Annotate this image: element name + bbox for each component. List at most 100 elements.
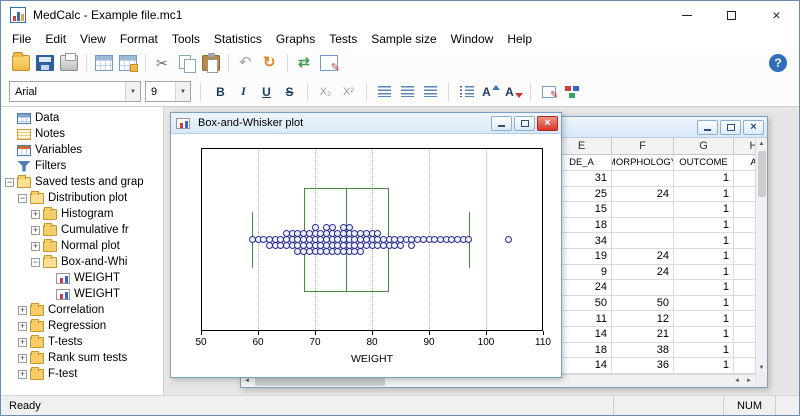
sheet-cell[interactable] xyxy=(734,171,755,187)
sheet-cell[interactable] xyxy=(612,280,674,296)
sheet-cell[interactable] xyxy=(734,264,755,281)
update-button[interactable] xyxy=(293,52,317,75)
expand-plus-icon[interactable]: + xyxy=(31,241,40,251)
superscript-button[interactable]: X² xyxy=(338,81,359,102)
menu-item-statistics[interactable]: Statistics xyxy=(207,29,269,49)
variable-name-h[interactable]: A xyxy=(734,155,755,171)
help-button[interactable]: ? xyxy=(769,54,787,72)
save-button[interactable] xyxy=(33,52,57,75)
table-button[interactable] xyxy=(92,52,116,75)
collapse-minus-icon[interactable]: − xyxy=(5,177,14,187)
align-right-button[interactable] xyxy=(420,81,441,102)
sheet-close-button[interactable]: × xyxy=(743,119,764,135)
sheet-cell[interactable] xyxy=(734,233,755,249)
undo-button[interactable] xyxy=(234,52,258,75)
tree-item-f-test[interactable]: + F-test xyxy=(1,366,163,382)
cut-button[interactable] xyxy=(151,52,175,75)
strikethrough-button[interactable]: S xyxy=(279,81,300,102)
sheet-cell[interactable] xyxy=(734,217,755,234)
sheet-cell[interactable]: 50 xyxy=(612,295,674,312)
sheet-cell[interactable]: 24 xyxy=(612,186,674,203)
paste-button[interactable] xyxy=(199,52,223,75)
sheet-cell[interactable] xyxy=(612,171,674,187)
redo-button[interactable] xyxy=(258,52,282,75)
menu-item-sample-size[interactable]: Sample size xyxy=(364,29,443,49)
edit-button[interactable] xyxy=(317,52,341,75)
expand-plus-icon[interactable]: + xyxy=(18,369,27,379)
column-header-h[interactable]: H xyxy=(734,138,755,155)
sheet-cell[interactable]: 1 xyxy=(674,186,734,203)
tree-item-t-tests[interactable]: + T-tests xyxy=(1,334,163,350)
sheet-cell[interactable]: 38 xyxy=(612,342,674,359)
scroll-down-icon[interactable]: ▼ xyxy=(756,362,768,374)
sheet-cell[interactable]: 1 xyxy=(674,217,734,234)
menu-item-tests[interactable]: Tests xyxy=(322,29,364,49)
tree-item-distribution-plot[interactable]: − Distribution plot xyxy=(1,190,163,206)
sheet-cell[interactable] xyxy=(734,311,755,327)
menu-item-graphs[interactable]: Graphs xyxy=(269,29,322,49)
tree-item-weight[interactable]: WEIGHT xyxy=(1,286,163,302)
bold-button[interactable]: B xyxy=(210,81,231,102)
italic-button[interactable]: I xyxy=(233,81,254,102)
tree-item-normal-plot[interactable]: + Normal plot xyxy=(1,238,163,254)
menu-item-help[interactable]: Help xyxy=(500,29,539,49)
vertical-scroll-thumb[interactable] xyxy=(757,151,766,197)
title-bar[interactable]: MedCalc - Example file.mc1 × xyxy=(1,1,799,29)
minimize-button[interactable] xyxy=(664,1,709,29)
sheet-minimize-button[interactable] xyxy=(697,119,718,135)
sheet-cell[interactable]: 1 xyxy=(674,358,734,374)
sheet-cell[interactable]: 12 xyxy=(612,311,674,327)
sheet-cell[interactable]: 1 xyxy=(674,295,734,312)
expand-plus-icon[interactable]: + xyxy=(31,209,40,219)
plot-maximize-button[interactable] xyxy=(514,115,535,131)
menu-item-window[interactable]: Window xyxy=(444,29,501,49)
font-decrease-button[interactable]: A xyxy=(502,81,523,102)
table-new-button[interactable] xyxy=(116,52,140,75)
scroll-left-icon[interactable]: ◄ xyxy=(731,375,743,387)
tree-item-data[interactable]: Data xyxy=(1,110,163,126)
tree-item-histogram[interactable]: + Histogram xyxy=(1,206,163,222)
tree-item-correlation[interactable]: + Correlation xyxy=(1,302,163,318)
expand-plus-icon[interactable]: + xyxy=(18,321,27,331)
plot-minimize-button[interactable] xyxy=(491,115,512,131)
column-header-g[interactable]: G xyxy=(674,138,734,155)
sheet-cell[interactable] xyxy=(734,202,755,218)
sheet-vertical-scrollbar[interactable]: ▲ ▼ xyxy=(755,138,767,374)
tree-item-rank-sum-tests[interactable]: + Rank sum tests xyxy=(1,350,163,366)
sheet-cell[interactable] xyxy=(612,217,674,234)
plot-window[interactable]: Box-and-Whisker plot × 50 60 70 80 90 100 110 W… xyxy=(170,112,562,378)
tree-item-notes[interactable]: Notes xyxy=(1,126,163,142)
maximize-button[interactable] xyxy=(709,1,754,29)
scroll-right-icon[interactable]: ► xyxy=(743,375,755,387)
cell-format-button[interactable] xyxy=(538,81,559,102)
open-button[interactable] xyxy=(9,52,33,75)
sheet-cell[interactable]: 1 xyxy=(674,326,734,343)
collapse-minus-icon[interactable]: − xyxy=(31,257,40,267)
tree-item-weight[interactable]: WEIGHT xyxy=(1,270,163,286)
collapse-minus-icon[interactable]: − xyxy=(18,193,27,203)
align-left-button[interactable] xyxy=(374,81,395,102)
chevron-down-icon[interactable]: ▼ xyxy=(125,82,140,101)
tree-item-saved-tests-and-grap[interactable]: − Saved tests and grap xyxy=(1,174,163,190)
expand-plus-icon[interactable]: + xyxy=(18,353,27,363)
sheet-cell[interactable]: 24 xyxy=(612,248,674,265)
expand-plus-icon[interactable]: + xyxy=(18,337,27,347)
menu-item-file[interactable]: File xyxy=(5,29,38,49)
copy-button[interactable] xyxy=(175,52,199,75)
close-button[interactable]: × xyxy=(754,1,799,29)
sheet-cell[interactable]: 1 xyxy=(674,342,734,359)
sheet-cell[interactable]: 36 xyxy=(612,358,674,374)
sheet-cell[interactable]: 1 xyxy=(674,171,734,187)
sheet-cell[interactable]: 1 xyxy=(674,248,734,265)
align-center-button[interactable] xyxy=(397,81,418,102)
colors-button[interactable] xyxy=(561,81,582,102)
expand-plus-icon[interactable]: + xyxy=(31,225,40,235)
menu-item-view[interactable]: View xyxy=(73,29,113,49)
tree-item-filters[interactable]: Filters xyxy=(1,158,163,174)
menu-item-edit[interactable]: Edit xyxy=(38,29,73,49)
sheet-cell[interactable] xyxy=(612,233,674,249)
sheet-cell[interactable]: 1 xyxy=(674,233,734,249)
sheet-cell[interactable]: 1 xyxy=(674,311,734,327)
tree-item-variables[interactable]: Variables xyxy=(1,142,163,158)
print-button[interactable] xyxy=(57,52,81,75)
